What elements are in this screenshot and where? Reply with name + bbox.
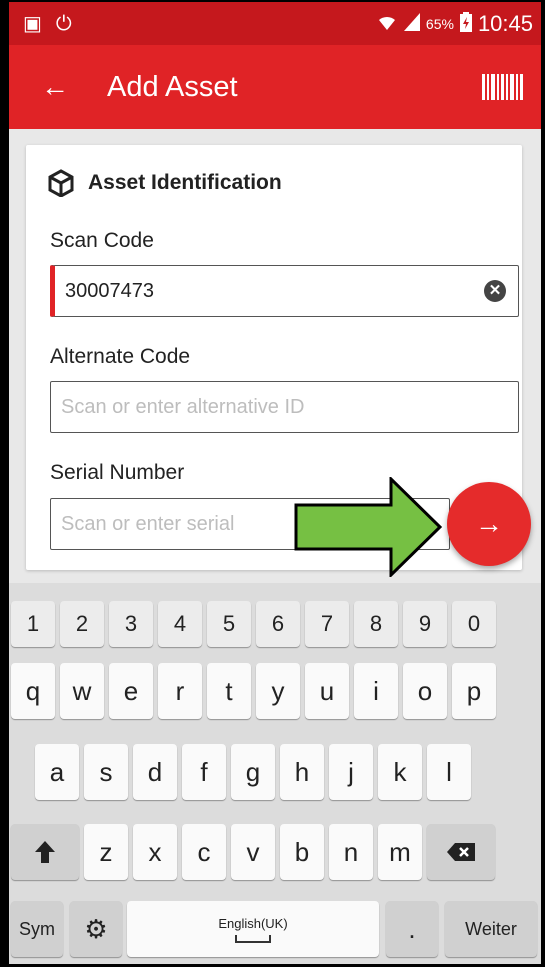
key-m[interactable]: m (378, 824, 422, 880)
key-b[interactable]: b (280, 824, 324, 880)
key-f[interactable]: f (182, 744, 226, 800)
phone-screen: ▣ ⏻ 65% 10:45 ← Add Asset Asset Identifi… (0, 0, 545, 967)
shift-key[interactable] (11, 824, 79, 880)
annotation-arrow (294, 477, 443, 577)
serial-number-label: Serial Number (50, 461, 185, 484)
page-title: Add Asset (107, 70, 238, 103)
key-l[interactable]: l (427, 744, 471, 800)
alternate-code-input[interactable]: Scan or enter alternative ID (50, 381, 519, 433)
key-2[interactable]: 2 (60, 601, 104, 647)
key-y[interactable]: y (256, 663, 300, 719)
battery-percent: 65% (425, 15, 454, 32)
scan-code-value: 30007473 (65, 279, 154, 302)
key-5[interactable]: 5 (207, 601, 251, 647)
key-u[interactable]: u (305, 663, 349, 719)
scan-code-input[interactable]: 30007473 ✕ (50, 265, 519, 317)
key-6[interactable]: 6 (256, 601, 300, 647)
section-title: Asset Identification (88, 171, 282, 194)
key-a[interactable]: a (35, 744, 79, 800)
backspace-key[interactable] (427, 824, 495, 880)
key-d[interactable]: d (133, 744, 177, 800)
key-j[interactable]: j (329, 744, 373, 800)
key-e[interactable]: e (109, 663, 153, 719)
key-z[interactable]: z (84, 824, 128, 880)
key-p[interactable]: p (452, 663, 496, 719)
alternate-code-placeholder: Scan or enter alternative ID (61, 395, 305, 418)
key-4[interactable]: 4 (158, 601, 202, 647)
sync-icon: ⏻ (55, 12, 72, 35)
battery-icon (459, 11, 472, 36)
status-bar: ▣ ⏻ 65% 10:45 (9, 2, 541, 45)
key-8[interactable]: 8 (354, 601, 398, 647)
clear-icon[interactable]: ✕ (484, 280, 506, 302)
shift-icon (35, 841, 55, 863)
keyboard: 1 2 3 4 5 6 7 8 9 0 q w e r t y u i o p … (9, 583, 541, 964)
space-key[interactable]: English(UK) (127, 901, 379, 957)
space-icon (235, 934, 271, 943)
scan-code-label: Scan Code (50, 229, 154, 252)
serial-number-placeholder: Scan or enter serial (61, 512, 235, 535)
cube-icon (48, 169, 74, 197)
clock: 10:45 (477, 10, 533, 36)
wifi-icon (376, 12, 398, 36)
key-9[interactable]: 9 (403, 601, 447, 647)
key-x[interactable]: x (133, 824, 177, 880)
key-t[interactable]: t (207, 663, 251, 719)
alternate-code-label: Alternate Code (50, 345, 191, 368)
key-r[interactable]: r (158, 663, 202, 719)
barcode-icon[interactable] (482, 74, 523, 100)
settings-key[interactable]: ⚙ (70, 901, 122, 957)
key-q[interactable]: q (11, 663, 55, 719)
key-7[interactable]: 7 (305, 601, 349, 647)
key-w[interactable]: w (60, 663, 104, 719)
sym-key[interactable]: Sym (11, 901, 63, 957)
key-1[interactable]: 1 (11, 601, 55, 647)
gear-icon: ⚙ (84, 913, 108, 944)
asset-identification-card: Asset Identification Scan Code 30007473 … (26, 145, 522, 570)
arrow-right-icon: → (475, 508, 503, 539)
screenshot-icon: ▣ (23, 12, 42, 35)
key-3[interactable]: 3 (109, 601, 153, 647)
key-h[interactable]: h (280, 744, 324, 800)
key-i[interactable]: i (354, 663, 398, 719)
key-c[interactable]: c (182, 824, 226, 880)
key-0[interactable]: 0 (452, 601, 496, 647)
section-header: Asset Identification (48, 169, 282, 197)
signal-icon (403, 12, 420, 35)
punctuation-key[interactable]: . (386, 901, 438, 957)
key-o[interactable]: o (403, 663, 447, 719)
next-button[interactable]: → (447, 482, 531, 566)
space-key-label: English(UK) (218, 915, 288, 931)
backspace-icon (447, 843, 475, 861)
key-g[interactable]: g (231, 744, 275, 800)
app-bar: ← Add Asset (9, 45, 541, 129)
key-v[interactable]: v (231, 824, 275, 880)
key-n[interactable]: n (329, 824, 373, 880)
arrow-left-icon[interactable]: ← (41, 73, 69, 101)
key-k[interactable]: k (378, 744, 422, 800)
key-s[interactable]: s (84, 744, 128, 800)
action-key[interactable]: Weiter (445, 901, 537, 957)
